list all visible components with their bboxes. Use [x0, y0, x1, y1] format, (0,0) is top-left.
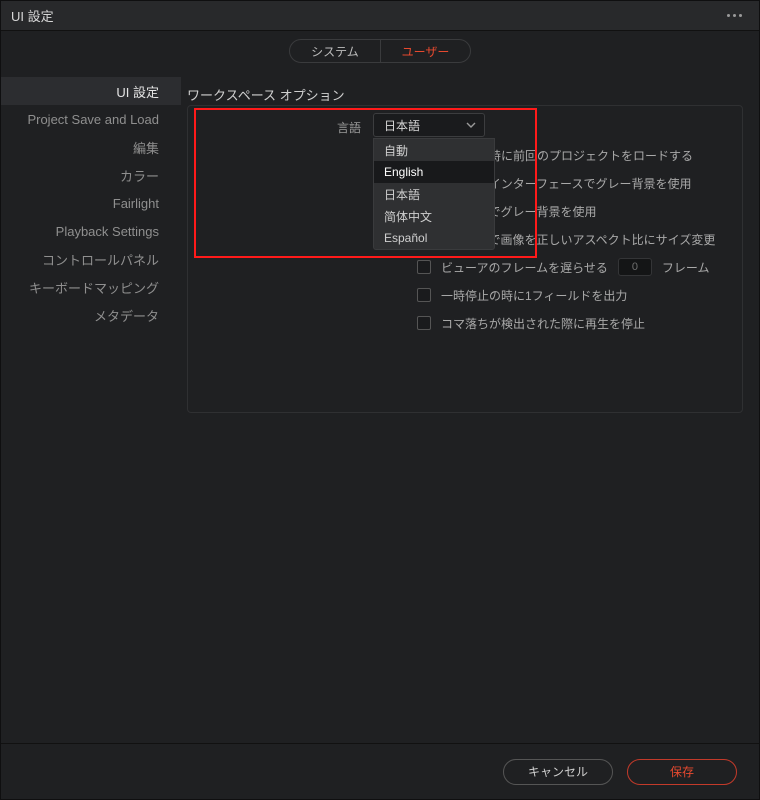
sidebar-item-ui-settings[interactable]: UI 設定	[1, 77, 181, 105]
save-button[interactable]: 保存	[627, 759, 737, 785]
checkbox-output-field[interactable]	[417, 288, 431, 302]
language-dropdown-list: 自動 English 日本語 简体中文 Español	[373, 138, 495, 250]
settings-window: UI 設定 システム ユーザー UI 設定 Project Save and L…	[0, 0, 760, 800]
language-option-spanish[interactable]: Español	[374, 227, 494, 249]
label-stop-on-drop: コマ落ちが検出された際に再生を停止	[441, 315, 645, 332]
sidebar-item-project-save-load[interactable]: Project Save and Load	[1, 105, 181, 133]
language-option-japanese[interactable]: 日本語	[374, 183, 494, 205]
checkbox-stop-on-drop[interactable]	[417, 316, 431, 330]
label-delay-unit: フレーム	[662, 259, 710, 276]
cancel-button[interactable]: キャンセル	[503, 759, 613, 785]
sidebar-item-metadata[interactable]: メタデータ	[1, 301, 181, 329]
tab-user[interactable]: ユーザー	[380, 40, 470, 62]
sidebar-item-control-panel[interactable]: コントロールパネル	[1, 245, 181, 273]
tabbar: システム ユーザー	[1, 31, 759, 71]
content-area: ワークスペース オプション ログイン時に前回のプロジェクトをロードする	[181, 71, 759, 743]
language-dropdown[interactable]: 日本語	[373, 113, 485, 137]
footer: キャンセル 保存	[1, 743, 759, 799]
input-delay-frames[interactable]: 0	[618, 258, 652, 276]
sidebar: UI 設定 Project Save and Load 編集 カラー Fairl…	[1, 71, 181, 743]
row-delay-frames: ビューアのフレームを遅らせる 0 フレーム	[187, 253, 743, 281]
language-option-auto[interactable]: 自動	[374, 139, 494, 161]
window-title: UI 設定	[11, 6, 54, 25]
section-title: ワークスペース オプション	[187, 85, 743, 104]
language-option-simplified-chinese[interactable]: 简体中文	[374, 205, 494, 227]
tab-system[interactable]: システム	[290, 40, 380, 62]
sidebar-item-edit[interactable]: 編集	[1, 133, 181, 161]
label-output-field: 一時停止の時に1フィールドを出力	[441, 287, 627, 304]
more-options-button[interactable]	[719, 1, 749, 31]
chevron-down-icon	[466, 120, 476, 130]
language-label: 言語	[337, 119, 361, 136]
language-option-english[interactable]: English	[374, 161, 494, 183]
row-stop-on-drop: コマ落ちが検出された際に再生を停止	[187, 309, 743, 337]
sidebar-item-fairlight[interactable]: Fairlight	[1, 189, 181, 217]
label-delay-frames: ビューアのフレームを遅らせる	[441, 259, 608, 276]
sidebar-item-color[interactable]: カラー	[1, 161, 181, 189]
sidebar-item-keyboard-mapping[interactable]: キーボードマッピング	[1, 273, 181, 301]
language-dropdown-wrap: 言語 日本語 自動 English 日本語 简体中文 Español	[373, 113, 495, 250]
checkbox-delay-frames[interactable]	[417, 260, 431, 274]
sidebar-item-playback-settings[interactable]: Playback Settings	[1, 217, 181, 245]
row-output-field: 一時停止の時に1フィールドを出力	[187, 281, 743, 309]
titlebar: UI 設定	[1, 1, 759, 31]
tab-group: システム ユーザー	[289, 39, 471, 63]
language-selected-value: 日本語	[384, 117, 420, 134]
body: UI 設定 Project Save and Load 編集 カラー Fairl…	[1, 71, 759, 743]
kebab-icon	[727, 14, 742, 17]
